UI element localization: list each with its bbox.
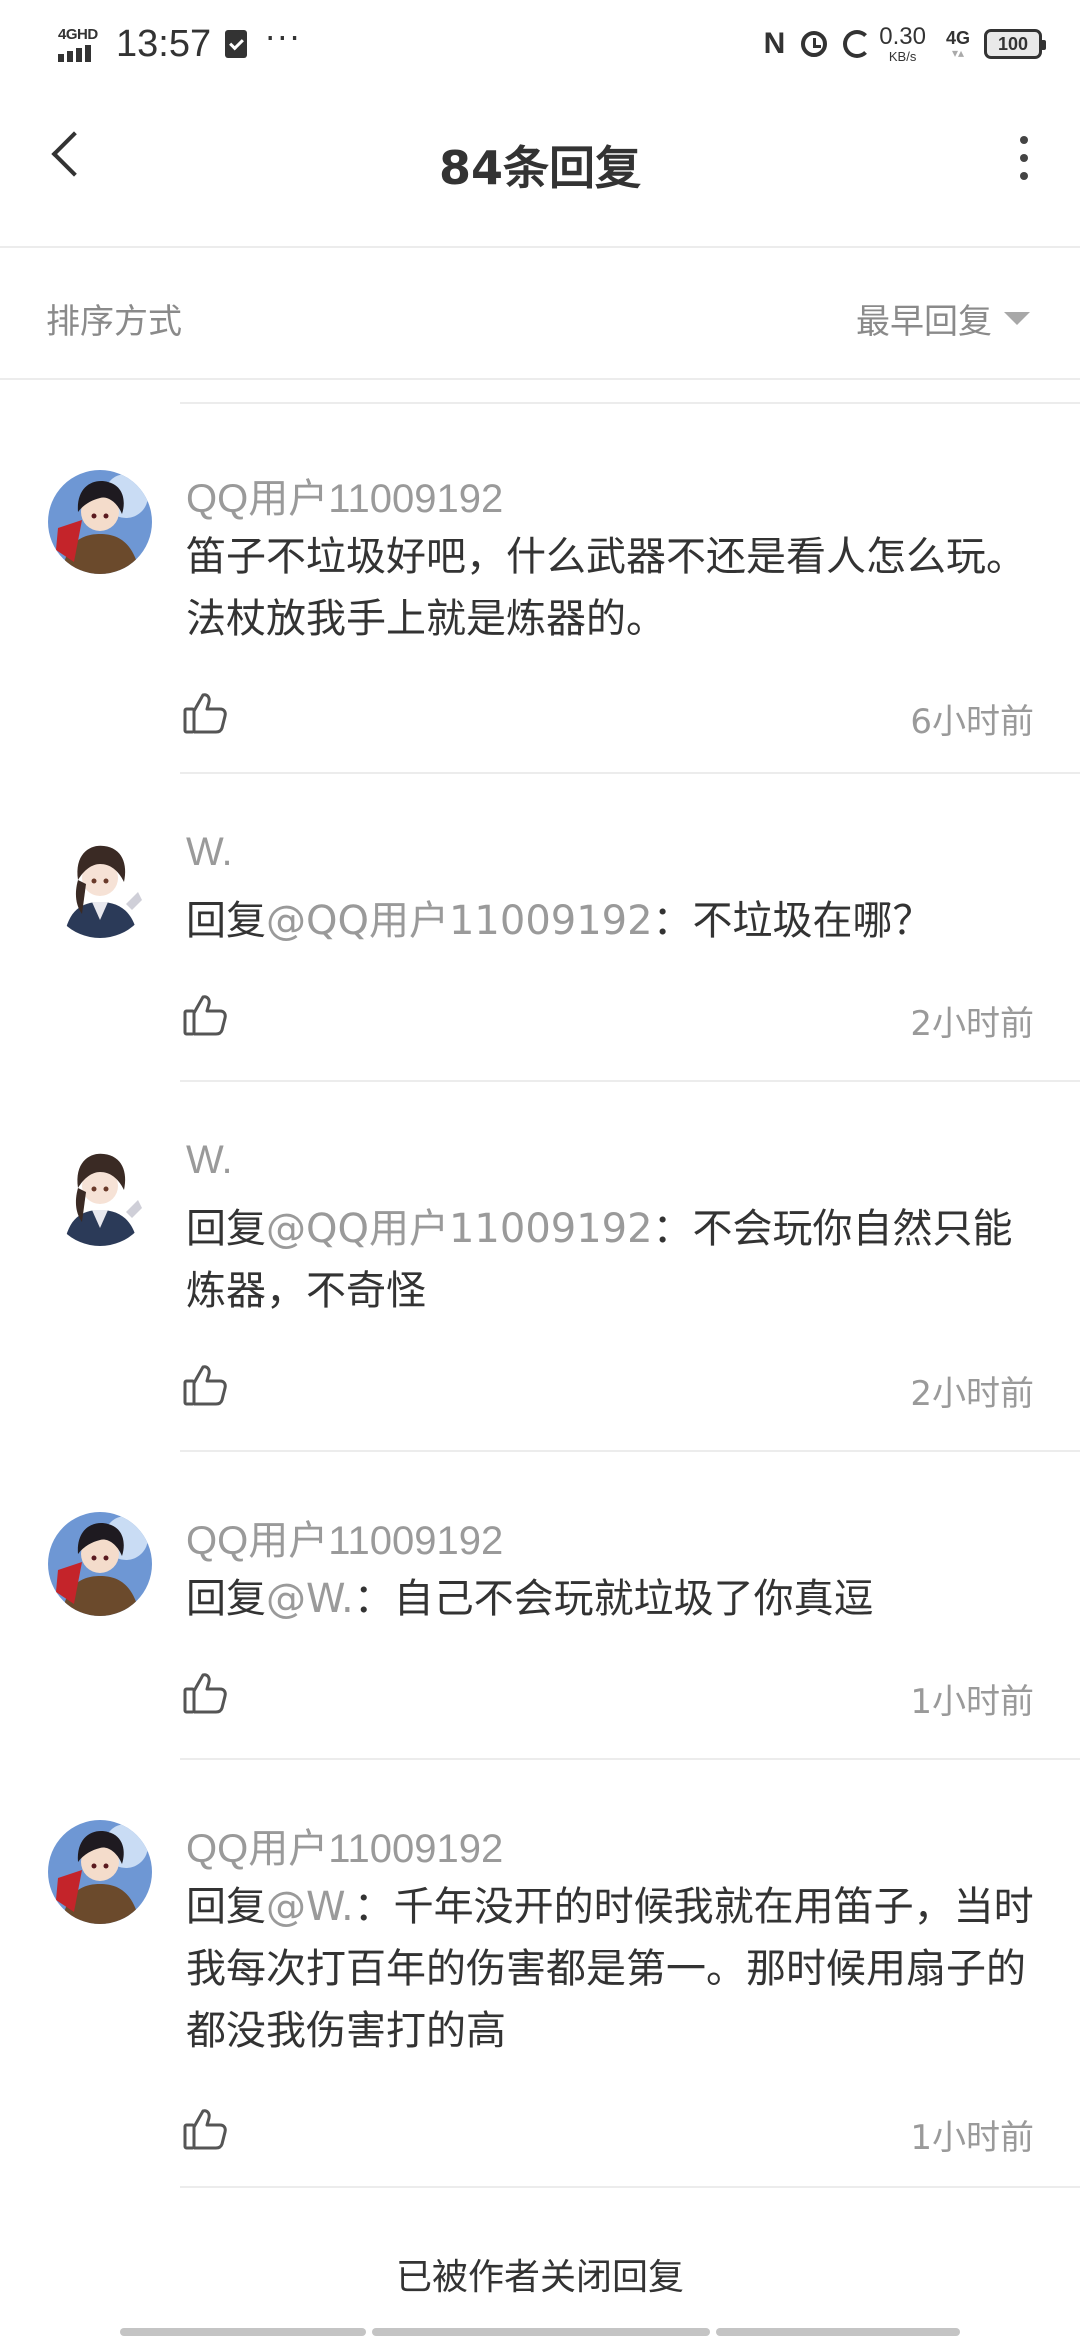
bottom-tab-indicators [0, 2328, 1080, 2336]
divider [180, 2186, 1080, 2188]
status-time: 13:57 [116, 22, 212, 65]
cellular-type: 4G [945, 28, 970, 48]
reply-mention[interactable]: @QQ用户11009192 [266, 1206, 653, 1252]
thumbs-up-icon [183, 1365, 227, 1406]
bottom-indicator [716, 2328, 960, 2336]
avatar[interactable] [48, 1820, 152, 1924]
status-bar-left: 4GHD 13:57 ··· [58, 14, 302, 74]
notification-more-indicator: ··· [265, 19, 302, 57]
replies-closed-notice: 已被作者关闭回复 [395, 2257, 684, 2298]
like-button[interactable] [182, 1362, 228, 1408]
avatar[interactable] [48, 834, 152, 938]
divider [180, 402, 1080, 404]
reply-text: ：自己不会玩就垃圾了你真逗 [353, 1576, 874, 1622]
thumbs-up-icon [183, 693, 227, 734]
data-arrows-icon: ▾▴ [951, 46, 965, 60]
signal-icon: 4GHD [58, 24, 104, 64]
reply-username[interactable]: QQ用户11009192 [186, 1508, 503, 1566]
reply-mention[interactable]: @QQ用户11009192 [266, 898, 653, 944]
top-navigation: 84条回复 [0, 88, 1080, 248]
bottom-indicator [372, 2328, 710, 2336]
avatar[interactable] [48, 1142, 152, 1246]
sync-icon [843, 30, 872, 58]
reply-timestamp: 1小时前 [910, 1682, 1034, 1722]
cellular-indicator: 4G ▾▴ [946, 29, 970, 59]
battery-icon: 100 [984, 29, 1046, 59]
network-speed: 0.30 KB/s [879, 23, 926, 64]
like-button[interactable] [182, 992, 228, 1038]
reply-username[interactable]: W. [186, 1138, 233, 1183]
bottom-indicator [120, 2328, 366, 2336]
sort-order-value: 最早回复 [856, 302, 992, 342]
reply-prefix: 回复 [186, 1884, 266, 1930]
reply-username[interactable]: QQ用户11009192 [186, 1816, 503, 1874]
status-bar: 4GHD 13:57 ··· N 0.30 KB/s 4G ▾▴ 100 [0, 0, 1080, 88]
page-title: 84条回复 [438, 141, 641, 195]
divider [180, 1080, 1080, 1082]
reply-prefix: 回复 [186, 1576, 266, 1622]
network-speed-unit: KB/s [888, 49, 917, 64]
reply-timestamp: 2小时前 [910, 1374, 1034, 1414]
reply-timestamp: 6小时前 [910, 702, 1034, 742]
sort-label: 排序方式 [46, 302, 182, 342]
more-vertical-icon [1020, 136, 1028, 144]
sort-order-dropdown[interactable]: 最早回复 [856, 294, 1030, 343]
more-options-button[interactable] [1004, 128, 1044, 188]
avatar[interactable] [48, 1512, 152, 1616]
reply-content: 回复@W.：自己不会玩就垃圾了你真逗 [186, 1568, 1036, 1630]
like-button[interactable] [182, 2106, 228, 2152]
more-vertical-icon [1020, 172, 1028, 180]
divider [180, 772, 1080, 774]
network-type: 4GHD [58, 26, 98, 43]
nfc-icon: N [763, 27, 786, 60]
thumbs-up-icon [183, 995, 227, 1036]
signal-bars [58, 45, 94, 62]
reply-content: 回复@W.：千年没开的时候我就在用笛子，当时我每次打百年的伤害都是第一。那时候用… [186, 1876, 1036, 2062]
divider [180, 1450, 1080, 1452]
reply-prefix: 回复 [186, 1206, 266, 1252]
alarm-clock-icon [801, 31, 828, 57]
battery-level: 100 [997, 33, 1029, 54]
reply-mention[interactable]: @W. [266, 1576, 354, 1622]
clipboard-check-icon [225, 30, 248, 58]
reply-text: ：不垃圾在哪？ [652, 898, 933, 944]
reply-content: 回复@QQ用户11009192：不会玩你自然只能炼器，不奇怪 [186, 1198, 1036, 1322]
reply-content: 笛子不垃圾好吧，什么武器不还是看人怎么玩。法杖放我手上就是炼器的。 [186, 526, 1036, 650]
reply-prefix: 回复 [186, 898, 266, 944]
reply-username[interactable]: W. [186, 830, 233, 875]
thumbs-up-icon [183, 1673, 227, 1714]
sort-bar: 排序方式 最早回复 [0, 250, 1080, 380]
reply-timestamp: 1小时前 [910, 2118, 1034, 2158]
caret-down-icon [1004, 312, 1030, 325]
status-bar-right: N 0.30 KB/s 4G ▾▴ 100 [763, 14, 1046, 74]
reply-content: 回复@QQ用户11009192：不垃圾在哪？ [186, 890, 1036, 952]
thumbs-up-icon [183, 2109, 227, 2150]
reply-username[interactable]: QQ用户11009192 [186, 466, 503, 524]
divider [180, 1758, 1080, 1760]
reply-text: 笛子不垃圾好吧，什么武器不还是看人怎么玩。法杖放我手上就是炼器的。 [186, 534, 1026, 642]
like-button[interactable] [182, 1670, 228, 1716]
avatar[interactable] [48, 470, 152, 574]
like-button[interactable] [182, 690, 228, 736]
network-speed-value: 0.30 [879, 23, 926, 50]
reply-timestamp: 2小时前 [910, 1004, 1034, 1044]
more-vertical-icon [1020, 154, 1028, 162]
reply-mention[interactable]: @W. [266, 1884, 354, 1930]
